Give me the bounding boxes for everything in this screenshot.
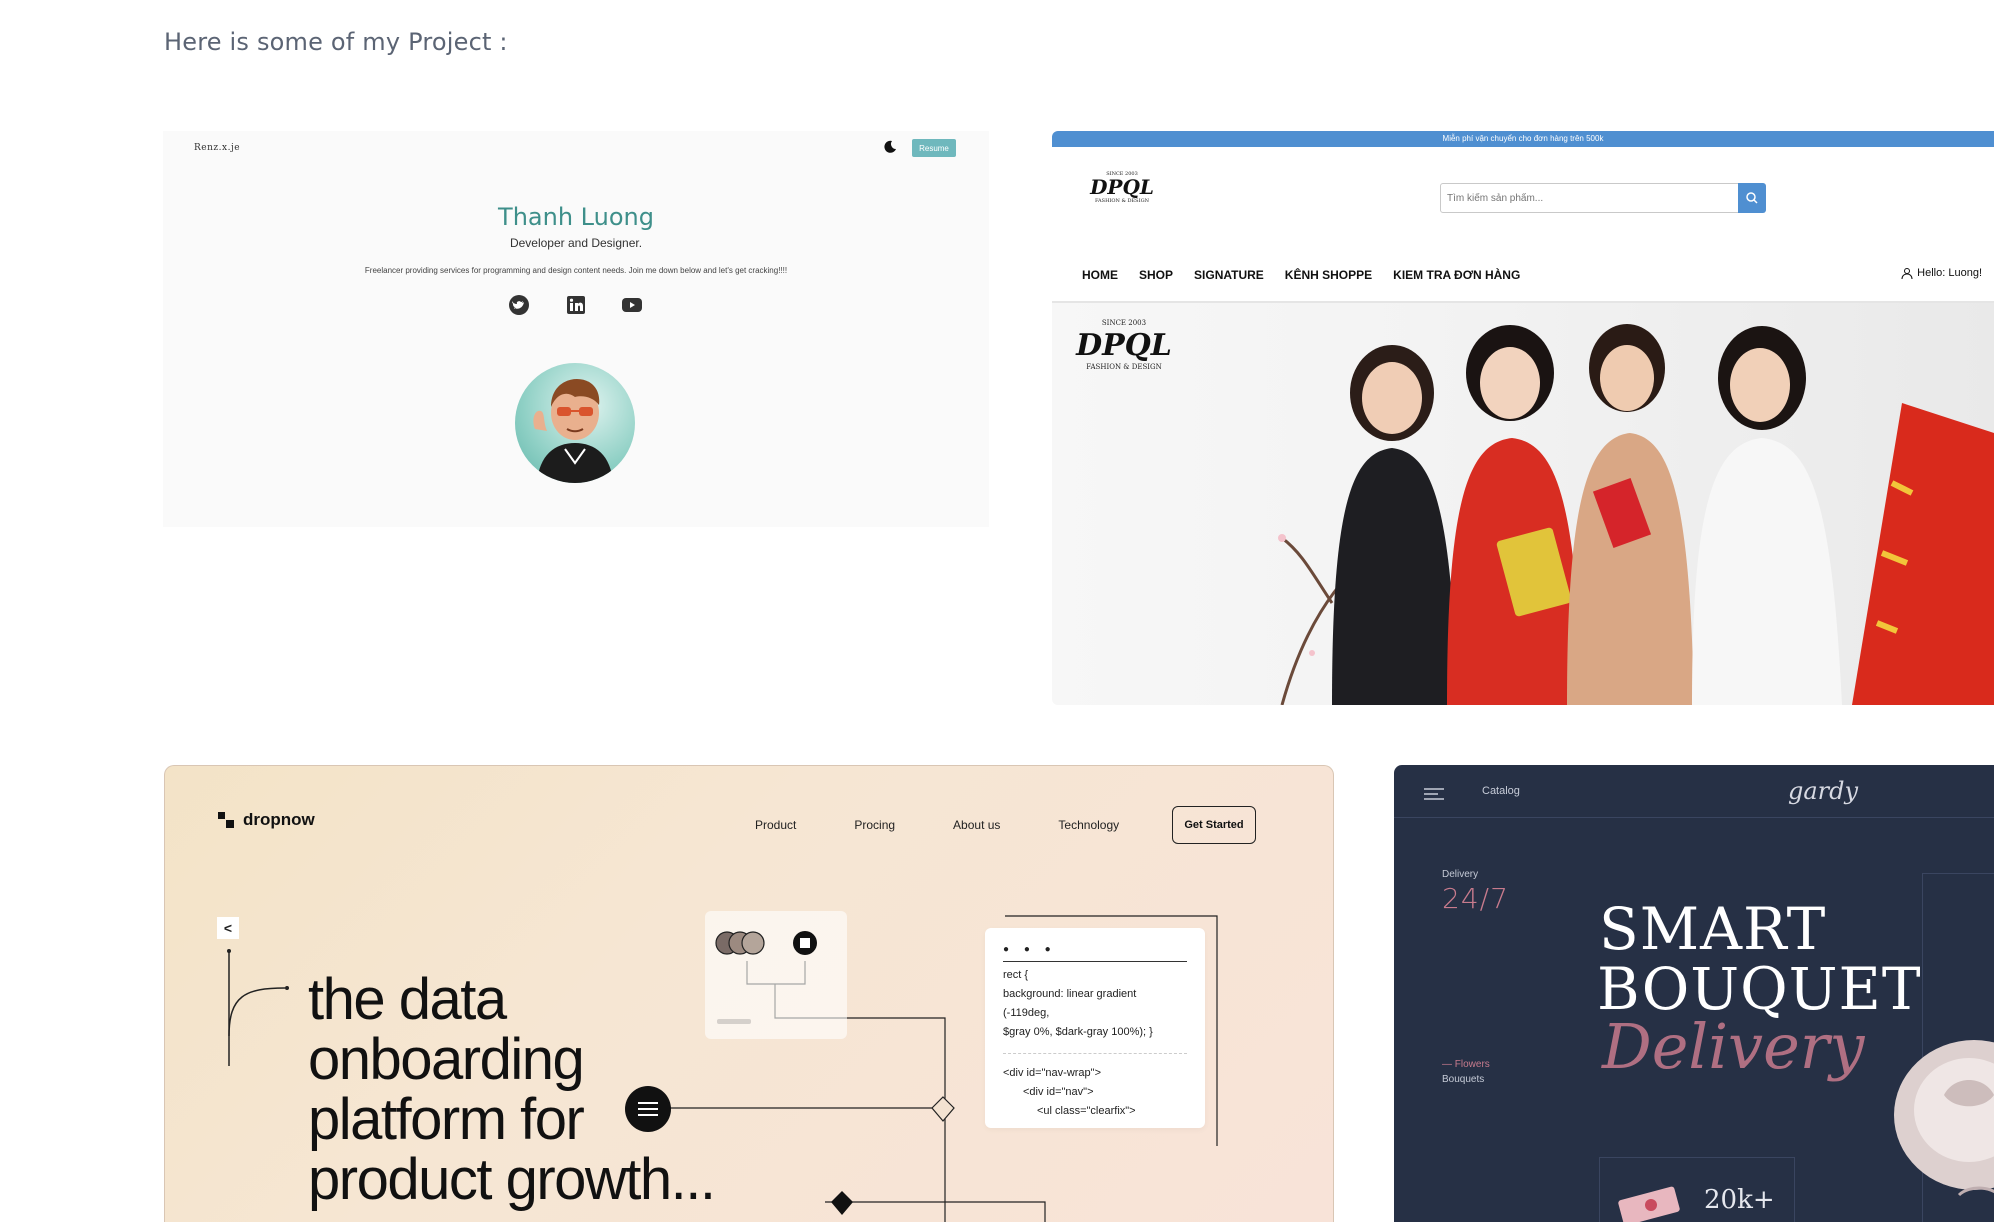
hero-logo: SINCE 2003 DPQL FASHION & DESIGN xyxy=(1075,319,1172,371)
user-greeting[interactable]: Hello: Luong! xyxy=(1901,267,1982,279)
resume-button[interactable]: Resume xyxy=(912,139,956,157)
headline-line: platform for xyxy=(308,1087,585,1152)
code-line: $gray 0%, $dark-gray 100%); } xyxy=(1003,1026,1153,1038)
ticket-icon xyxy=(1618,1186,1680,1222)
header-divider xyxy=(1394,817,1994,818)
portfolio-description: Freelancer providing services for progra… xyxy=(364,266,788,275)
code-line: <div id="nav-wrap"> xyxy=(1003,1067,1102,1079)
bouquet-count: 20k+ xyxy=(1704,1185,1775,1215)
youtube-icon[interactable] xyxy=(621,294,643,316)
hero-headline: the data onboarding platform for product… xyxy=(308,970,828,1210)
project-card-gardy[interactable]: Catalog gardy Delivery 24/7 — Flowers Bo… xyxy=(1394,765,1994,1222)
code-line: rect { xyxy=(1003,969,1029,981)
code-separator xyxy=(1003,1042,1187,1054)
code-line: <div id="nav"> xyxy=(1023,1086,1094,1098)
search-icon xyxy=(1746,192,1758,204)
sidebar-item-flowers[interactable]: — Flowers xyxy=(1442,1059,1490,1070)
portfolio-subtitle: Developer and Designer. xyxy=(509,236,643,250)
window-dots: ● ● ● xyxy=(1003,940,1187,962)
shop-logo[interactable]: SINCE 2003 DPQL FASHION & DESIGN xyxy=(1072,167,1172,207)
svg-text:SINCE 2003: SINCE 2003 xyxy=(1102,319,1146,327)
user-icon xyxy=(1901,268,1913,279)
code-line: <ul class="clearfix"> xyxy=(1037,1105,1136,1117)
delivery-value: 24/7 xyxy=(1442,882,1509,915)
product-search-input[interactable] xyxy=(1440,183,1744,213)
nav-home[interactable]: HOME xyxy=(1082,268,1118,284)
project-card-dropnow[interactable]: dropnow Product Procing About us Technol… xyxy=(164,765,1334,1222)
delivery-label: Delivery xyxy=(1442,869,1479,880)
sidebar-item-bouquets[interactable]: Bouquets xyxy=(1442,1074,1484,1085)
tag-icon xyxy=(931,1096,955,1122)
nav-order-check[interactable]: KIEM TRA ĐƠN HÀNG xyxy=(1393,268,1520,284)
headline-line: onboarding xyxy=(308,1027,585,1092)
avatar xyxy=(515,363,635,483)
portfolio-name: Thanh Luong xyxy=(498,203,654,231)
portfolio-logo: Renz.x.je xyxy=(194,143,241,153)
models-photo xyxy=(1278,324,1994,705)
nav-shop[interactable]: SHOP xyxy=(1139,268,1173,284)
svg-text:DPQL: DPQL xyxy=(1075,328,1172,363)
hamburger-icon[interactable] xyxy=(1424,788,1444,800)
svg-text:FASHION & DESIGN: FASHION & DESIGN xyxy=(1086,363,1162,371)
linkedin-icon[interactable] xyxy=(565,294,587,316)
code-line: background: linear gradient xyxy=(1003,988,1137,1000)
twitter-icon[interactable] xyxy=(508,294,530,316)
nav-shopee[interactable]: KÊNH SHOPPE xyxy=(1285,268,1372,284)
project-card-portfolio[interactable]: Renz.x.je Resume Thanh Luong Developer a… xyxy=(163,131,989,527)
code-line: (-119deg, xyxy=(1003,1007,1050,1019)
catalog-link[interactable]: Catalog xyxy=(1482,785,1520,797)
headline-line: the data xyxy=(308,967,507,1032)
title-smart: SMART xyxy=(1599,895,1827,963)
title-delivery: Delivery xyxy=(1602,1010,1865,1083)
moon-icon[interactable] xyxy=(883,140,897,154)
section-heading: Here is some of my Project : xyxy=(164,28,508,56)
hero-banner: SINCE 2003 DPQL FASHION & DESIGN xyxy=(1052,303,1994,705)
svg-text:DPQL: DPQL xyxy=(1089,175,1154,199)
nav-signature[interactable]: SIGNATURE xyxy=(1194,268,1264,284)
project-card-shop[interactable]: Miễn phí vận chuyển cho đơn hàng trên 50… xyxy=(1052,131,1994,705)
tag-icon-dark xyxy=(831,1191,853,1215)
promo-bar: Miễn phí vận chuyển cho đơn hàng trên 50… xyxy=(1052,131,1994,147)
headline-line: product growth... xyxy=(308,1147,716,1212)
svg-text:FASHION & DESIGN: FASHION & DESIGN xyxy=(1095,198,1150,204)
search-button[interactable] xyxy=(1738,183,1766,213)
greeting-text: Hello: Luong! xyxy=(1917,267,1982,279)
shop-nav: HOME SHOP SIGNATURE KÊNH SHOPPE KIEM TRA… xyxy=(1082,268,1520,284)
social-links xyxy=(508,294,648,316)
code-snippet: ● ● ● rect { background: linear gradient… xyxy=(985,928,1205,1128)
gardy-logo[interactable]: gardy xyxy=(1788,777,1858,805)
